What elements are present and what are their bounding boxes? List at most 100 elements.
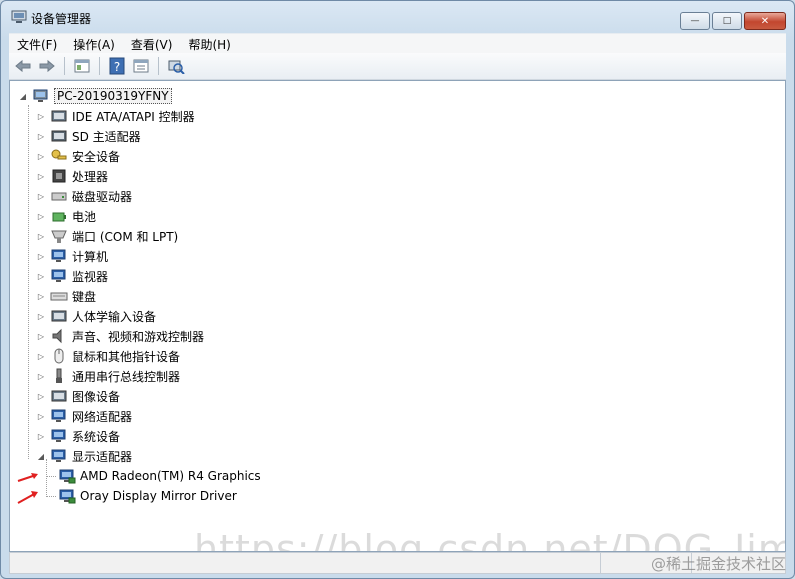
expand-arrow-icon[interactable]: ▷ <box>36 431 46 441</box>
display-adapter-device[interactable]: Oray Display Mirror Driver <box>58 487 237 505</box>
expand-arrow-icon[interactable]: ▷ <box>36 411 46 421</box>
keyboard-icon <box>50 288 68 304</box>
toolbar-separator <box>64 57 65 75</box>
tree-category-item[interactable]: ▷ IDE ATA/ATAPI 控制器 <box>36 107 195 125</box>
tree-root[interactable]: ◢ PC-20190319YFNY <box>18 87 172 105</box>
window-title: 设备管理器 <box>31 12 92 26</box>
tree-category-item[interactable]: ▷ 处理器 <box>36 167 108 185</box>
collapse-arrow-icon[interactable]: ◢ <box>36 451 46 461</box>
menu-file[interactable]: 文件(F) <box>9 36 65 53</box>
tree-category-label: 监视器 <box>72 269 109 284</box>
collapse-arrow-icon[interactable]: ◢ <box>18 91 28 101</box>
tree-category-label: 显示适配器 <box>72 449 133 464</box>
view-icon[interactable] <box>131 57 151 75</box>
tree-category-label: 电池 <box>72 209 97 224</box>
sd-adapter-icon <box>50 128 68 144</box>
tree-category-item[interactable]: ▷ 通用串行总线控制器 <box>36 367 180 385</box>
tree-category-item[interactable]: ▷ 端口 (COM 和 LPT) <box>36 227 178 245</box>
ide-controller-icon <box>50 108 68 124</box>
expand-arrow-icon[interactable]: ▷ <box>36 331 46 341</box>
device-tree-pane[interactable]: ◢ PC-20190319YFNY ▷ IDE ATA/ATAPI 控制器 ▷ SD 主适… <box>9 80 786 552</box>
close-button[interactable]: ✕ <box>744 12 786 30</box>
display-device-icon <box>58 488 76 504</box>
computer-icon <box>50 248 68 264</box>
tree-category-item[interactable]: ▷ 磁盘驱动器 <box>36 187 132 205</box>
expand-arrow-icon[interactable]: ▷ <box>36 231 46 241</box>
device-manager-window: 设备管理器 — □ ✕ 文件(F) 操作(A) 查看(V) 帮助(H) ? ◢ … <box>0 0 795 579</box>
security-key-icon <box>50 148 68 164</box>
expand-arrow-icon[interactable]: ▷ <box>36 391 46 401</box>
tree-category-item[interactable]: ▷ 图像设备 <box>36 387 120 405</box>
help-icon[interactable]: ? <box>107 57 127 75</box>
menu-bar: 文件(F) 操作(A) 查看(V) 帮助(H) <box>9 33 786 54</box>
expand-arrow-icon[interactable]: ▷ <box>36 151 46 161</box>
expand-arrow-icon[interactable]: ▷ <box>36 371 46 381</box>
tree-category-item[interactable]: ▷ 人体学输入设备 <box>36 307 156 325</box>
corner-watermark: @稀土掘金技术社区 <box>650 555 786 573</box>
display-device-label: Oray Display Mirror Driver <box>80 489 237 503</box>
tree-category-item[interactable]: ▷ 声音、视频和游戏控制器 <box>36 327 204 345</box>
tree-category-item[interactable]: ▷ SD 主适配器 <box>36 127 141 145</box>
processor-icon <box>50 168 68 184</box>
forward-arrow-icon[interactable] <box>37 57 57 75</box>
tree-category-label: 声音、视频和游戏控制器 <box>72 329 205 344</box>
caption-buttons: — □ ✕ <box>680 12 786 30</box>
tree-category-item[interactable]: ▷ 安全设备 <box>36 147 120 165</box>
hid-icon <box>50 308 68 324</box>
usb-icon <box>50 368 68 384</box>
tree-category-label: 磁盘驱动器 <box>72 189 133 204</box>
back-arrow-icon[interactable] <box>13 57 33 75</box>
properties-icon[interactable] <box>72 57 92 75</box>
tree-category-label: 端口 (COM 和 LPT) <box>72 229 179 244</box>
expand-arrow-icon[interactable]: ▷ <box>36 111 46 121</box>
tree-category-item[interactable]: ▷ 系统设备 <box>36 427 120 445</box>
watermark: https://blog.csdn.net/DOG_Jimmy <box>194 527 785 552</box>
tree-category-item[interactable]: ▷ 鼠标和其他指针设备 <box>36 347 180 365</box>
svg-text:?: ? <box>114 60 120 74</box>
network-adapter-icon <box>50 408 68 424</box>
tree-category-label: 计算机 <box>72 249 109 264</box>
tree-category-label: 安全设备 <box>72 149 121 164</box>
menu-action[interactable]: 操作(A) <box>65 36 123 53</box>
battery-icon <box>50 208 68 224</box>
display-adapter-device[interactable]: AMD Radeon(TM) R4 Graphics <box>58 467 261 485</box>
expand-arrow-icon[interactable]: ▷ <box>36 291 46 301</box>
tree-category-item[interactable]: ▷ 网络适配器 <box>36 407 132 425</box>
expand-arrow-icon[interactable]: ▷ <box>36 311 46 321</box>
expand-arrow-icon[interactable]: ▷ <box>36 131 46 141</box>
tree-category-item[interactable]: ◢ 显示适配器 <box>36 447 132 465</box>
port-icon <box>50 228 68 244</box>
maximize-button[interactable]: □ <box>712 12 742 30</box>
toolbar: ? <box>9 53 786 80</box>
tree-category-label: 处理器 <box>72 169 109 184</box>
expand-arrow-icon[interactable]: ▷ <box>36 251 46 261</box>
expand-arrow-icon[interactable]: ▷ <box>36 191 46 201</box>
display-device-label: AMD Radeon(TM) R4 Graphics <box>80 469 261 483</box>
annotation-arrow-icon <box>17 491 38 504</box>
menu-help[interactable]: 帮助(H) <box>180 36 238 53</box>
display-device-icon <box>58 468 76 484</box>
speaker-icon <box>50 328 68 344</box>
tree-category-label: IDE ATA/ATAPI 控制器 <box>72 109 195 124</box>
tree-category-item[interactable]: ▷ 键盘 <box>36 287 96 305</box>
disk-drive-icon <box>50 188 68 204</box>
device-manager-icon <box>11 10 27 23</box>
expand-arrow-icon[interactable]: ▷ <box>36 351 46 361</box>
menu-view[interactable]: 查看(V) <box>123 36 181 53</box>
computer-root-icon <box>32 88 50 104</box>
tree-category-label: 通用串行总线控制器 <box>72 369 181 384</box>
expand-arrow-icon[interactable]: ▷ <box>36 171 46 181</box>
tree-category-label: 鼠标和其他指针设备 <box>72 349 181 364</box>
scan-hardware-icon[interactable] <box>166 57 186 75</box>
toolbar-separator <box>99 57 100 75</box>
tree-category-label: 系统设备 <box>72 429 121 444</box>
annotation-arrow-icon <box>17 473 38 482</box>
tree-category-item[interactable]: ▷ 电池 <box>36 207 96 225</box>
minimize-button[interactable]: — <box>680 12 710 30</box>
toolbar-separator <box>158 57 159 75</box>
tree-category-item[interactable]: ▷ 计算机 <box>36 247 108 265</box>
expand-arrow-icon[interactable]: ▷ <box>36 211 46 221</box>
tree-root-label[interactable]: PC-20190319YFNY <box>54 88 172 104</box>
tree-category-item[interactable]: ▷ 监视器 <box>36 267 108 285</box>
expand-arrow-icon[interactable]: ▷ <box>36 271 46 281</box>
